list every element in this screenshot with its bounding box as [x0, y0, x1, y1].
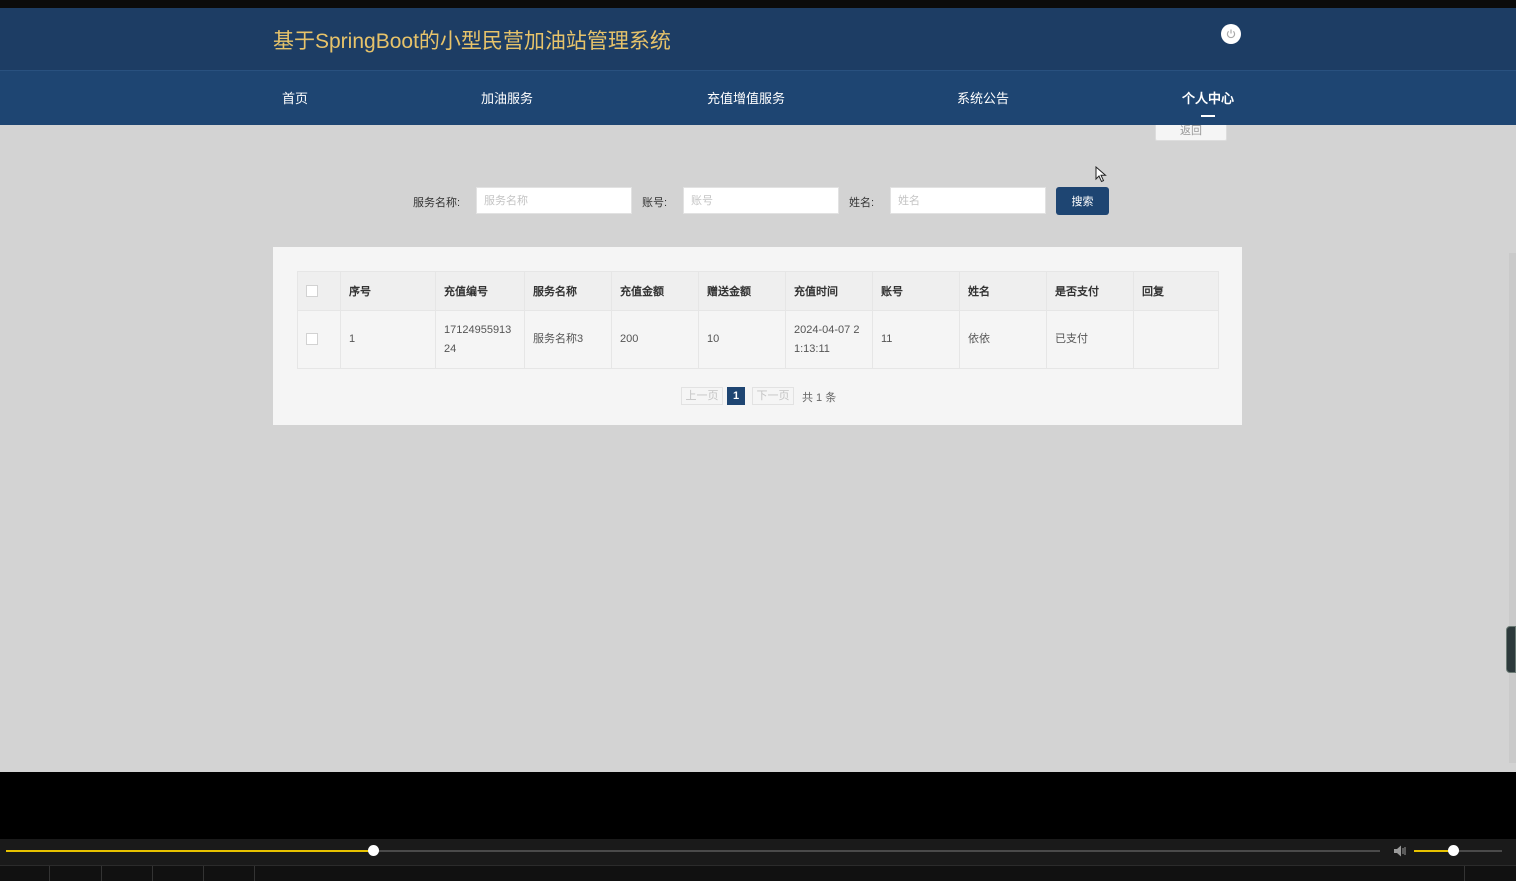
bottom-bar-divider [254, 866, 255, 881]
playback-progress-knob[interactable] [367, 845, 379, 856]
scrollbar-track[interactable] [1509, 253, 1516, 763]
row-checkbox[interactable] [306, 333, 318, 346]
player-bottom-bar [0, 865, 1516, 881]
column-header: 是否支付 [1046, 271, 1134, 311]
column-header: 充值时间 [785, 271, 873, 311]
bottom-bar-divider [1464, 866, 1465, 881]
volume-icon[interactable] [1392, 843, 1408, 859]
column-header: 回复 [1133, 271, 1219, 311]
nav-active-indicator [1201, 115, 1215, 117]
select-all-checkbox[interactable] [306, 285, 318, 298]
service-name-label: 服务名称: [413, 197, 461, 209]
power-button[interactable] [1221, 24, 1241, 44]
playback-progress-bar[interactable] [6, 845, 1380, 856]
row-select-cell[interactable] [297, 310, 341, 369]
column-header: 赠送金额 [698, 271, 786, 311]
name-label: 姓名: [849, 197, 875, 209]
site-title: 基于SpringBoot的小型民营加油站管理系统 [273, 30, 671, 53]
table-cell: 200 [611, 310, 699, 369]
next-page-button[interactable]: 下一页 [752, 387, 794, 405]
bottom-bar-divider [101, 866, 102, 881]
table-cell [1133, 310, 1219, 369]
table-cell: 依依 [959, 310, 1047, 369]
bottom-bar-divider [203, 866, 204, 881]
power-icon [1226, 29, 1236, 39]
prev-page-button[interactable]: 上一页 [681, 387, 723, 405]
scrollbar-thumb[interactable] [1506, 626, 1516, 673]
volume-slider[interactable] [1414, 845, 1502, 856]
current-page-button[interactable]: 1 [727, 387, 745, 405]
mouse-cursor-icon [1095, 166, 1107, 183]
video-player-controls [0, 839, 1516, 881]
nav-item-announcements[interactable]: 系统公告 [957, 88, 1009, 107]
column-header: 账号 [872, 271, 960, 311]
column-header: 服务名称 [524, 271, 612, 311]
bottom-bar-divider [49, 866, 50, 881]
table-cell: 1 [340, 310, 436, 369]
name-input[interactable] [890, 187, 1046, 214]
table-cell: 11 [872, 310, 960, 369]
column-header: 序号 [340, 271, 436, 311]
column-header: 充值编号 [435, 271, 525, 311]
site-header: 基于SpringBoot的小型民营加油站管理系统 [0, 8, 1516, 70]
table-row[interactable]: 1 1712495591324 服务名称3 200 10 2024-04-07 … [297, 310, 1219, 369]
table-cell: 服务名称3 [524, 310, 612, 369]
nav-item-fuel-service[interactable]: 加油服务 [481, 88, 533, 107]
volume-knob[interactable] [1447, 845, 1459, 856]
nav-item-recharge-service[interactable]: 充值增值服务 [707, 88, 785, 107]
nav-item-personal-center[interactable]: 个人中心 [1182, 88, 1234, 107]
main-content: 返回 服务名称: 账号: 姓名: 搜索 序号 充值编号 服务名称 充值金额 赠送… [0, 125, 1516, 772]
account-input[interactable] [683, 187, 839, 214]
back-button[interactable]: 返回 [1155, 125, 1227, 141]
search-button[interactable]: 搜索 [1056, 187, 1109, 215]
main-nav: 首页 加油服务 充值增值服务 系统公告 个人中心 [0, 70, 1516, 126]
table-panel: 序号 充值编号 服务名称 充值金额 赠送金额 充值时间 账号 姓名 是否支付 回… [273, 247, 1242, 425]
table-cell: 已支付 [1046, 310, 1134, 369]
account-label: 账号: [642, 197, 668, 209]
service-name-input[interactable] [476, 187, 632, 214]
table-cell: 2024-04-07 21:13:11 [785, 310, 873, 369]
table-cell: 10 [698, 310, 786, 369]
table-header-row: 序号 充值编号 服务名称 充值金额 赠送金额 充值时间 账号 姓名 是否支付 回… [297, 271, 1219, 311]
column-header: 姓名 [959, 271, 1047, 311]
window-top-strip [0, 0, 1516, 8]
header-select-all[interactable] [297, 271, 341, 311]
column-header: 充值金额 [611, 271, 699, 311]
table-cell: 1712495591324 [435, 310, 525, 369]
nav-item-home[interactable]: 首页 [282, 88, 308, 107]
recharge-table: 序号 充值编号 服务名称 充值金额 赠送金额 充值时间 账号 姓名 是否支付 回… [297, 271, 1219, 369]
bottom-bar-divider [152, 866, 153, 881]
total-count: 共 1 条 [802, 392, 837, 404]
volume-fill [1414, 850, 1453, 852]
playback-progress-fill [6, 850, 373, 852]
